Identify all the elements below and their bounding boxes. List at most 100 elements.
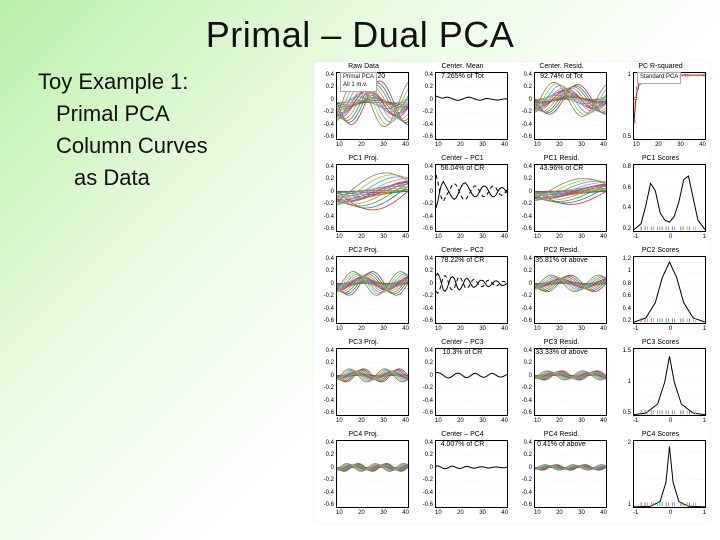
chart-row: PC3 Proj.0.40.20-0.2-0.4-0.610203040Cent…	[314, 338, 710, 430]
chart-plot	[435, 440, 508, 508]
y-tick-labels: 0.40.20-0.2-0.4-0.6	[415, 256, 433, 324]
y-tick-labels: 0.40.20-0.2-0.4-0.6	[316, 348, 334, 416]
chart-plot	[633, 440, 706, 508]
chart-plot	[435, 348, 508, 416]
x-tick-labels: -101	[633, 326, 706, 336]
body-line-4: as Data	[38, 162, 208, 194]
chart-plot	[534, 256, 607, 324]
x-tick-labels: 10203040	[435, 326, 508, 336]
chart-title: PC4 Proj.	[314, 431, 413, 438]
chart-title: PC1 Scores	[611, 155, 710, 162]
chart-plot	[435, 72, 508, 140]
chart-cell: PC2 Resid.35.81% of above0.40.20-0.2-0.4…	[512, 246, 611, 338]
chart-row: PC2 Proj.0.40.20-0.2-0.4-0.610203040Cent…	[314, 246, 710, 338]
chart-title: PC2 Scores	[611, 247, 710, 254]
chart-cell: PC3 Resid. 33.33% of above0.40.20-0.2-0.4…	[512, 338, 611, 430]
chart-row: PC4 Proj.0.40.20-0.2-0.4-0.610203040Cent…	[314, 430, 710, 522]
chart-plot	[534, 440, 607, 508]
y-tick-labels: 0.40.20-0.2-0.4-0.6	[415, 72, 433, 140]
chart-annotation: 7.265% of Tot	[441, 73, 484, 80]
chart-title: PC1 Resid.	[512, 155, 611, 162]
chart-plot	[336, 256, 409, 324]
chart-cell: PC R-squaredStandard PCA10.510203040	[611, 62, 710, 154]
chart-cell: PC1 Proj. 0.40.20-0.2-0.4-0.610203040	[314, 154, 413, 246]
x-tick-labels: 10203040	[336, 326, 409, 336]
chart-plot	[336, 164, 409, 232]
slide-body: Toy Example 1: Primal PCA Column Curves …	[38, 66, 208, 194]
chart-title: PC4 Resid.	[512, 431, 611, 438]
chart-title: Center – PC4	[413, 431, 512, 438]
x-tick-labels: 10203040	[336, 418, 409, 428]
chart-cell: PC4 Proj.0.40.20-0.2-0.4-0.610203040	[314, 430, 413, 522]
chart-plot	[435, 164, 508, 232]
chart-title: Center – PC3	[413, 339, 512, 346]
chart-cell: PC3 Proj. 0.40.20-0.2-0.4-0.610203040	[314, 338, 413, 430]
chart-legend: Primal PCAAll 1 m.v.	[340, 72, 377, 92]
slide: Primal – Dual PCA Toy Example 1: Primal …	[0, 0, 720, 540]
chart-title: Center – PC2	[413, 247, 512, 254]
chart-plot	[633, 256, 706, 324]
x-tick-labels: 10203040	[534, 418, 607, 428]
chart-title: PC R-squared	[611, 63, 710, 70]
chart-cell: PC2 Scores 1.210.80.60.40.2-101	[611, 246, 710, 338]
y-tick-labels: 0.40.20-0.2-0.4-0.6	[415, 440, 433, 508]
chart-row: Raw Datad = 40, n = 20Primal PCAAll 1 m.…	[314, 62, 710, 154]
chart-title: PC3 Proj.	[314, 339, 413, 346]
chart-annotation: 0.41% of above	[537, 441, 586, 448]
y-tick-labels: 0.40.20-0.2-0.4-0.6	[316, 164, 334, 232]
chart-title: PC2 Resid.	[512, 247, 611, 254]
x-tick-labels: 10203040	[534, 234, 607, 244]
body-line-3: Column Curves	[38, 130, 208, 162]
chart-annotation: 33.33% of above	[535, 349, 588, 356]
chart-annotation: 43.96% of CR	[540, 165, 584, 172]
chart-cell: PC4 Scores21-101	[611, 430, 710, 522]
chart-cell: Center – PC156.04% of CR0.40.20-0.2-0.4-…	[413, 154, 512, 246]
y-tick-labels: 0.40.20-0.2-0.4-0.6	[514, 348, 532, 416]
x-tick-labels: -101	[633, 234, 706, 244]
chart-cell: PC3 Scores1.510.5-101	[611, 338, 710, 430]
y-tick-labels: 0.40.20-0.2-0.4-0.6	[415, 348, 433, 416]
chart-plot	[633, 348, 706, 416]
chart-plot	[534, 72, 607, 140]
chart-plot	[534, 164, 607, 232]
chart-plot	[534, 348, 607, 416]
chart-cell: Center. Mean 7.265% of Tot 0.40.20-0.2-0.4…	[413, 62, 512, 154]
chart-cell: PC1 Resid.43.96% of CR0.40.20-0.2-0.4-0.…	[512, 154, 611, 246]
y-tick-labels: 1.210.80.60.40.2	[613, 256, 631, 324]
chart-cell: Center. Resid.92.74% of Tot0.40.20-0.2-0…	[512, 62, 611, 154]
chart-title: PC1 Proj.	[314, 155, 413, 162]
x-tick-labels: 10203040	[435, 510, 508, 520]
x-tick-labels: 10203040	[534, 142, 607, 152]
chart-annotation: 78.22% of CR	[441, 257, 485, 264]
chart-cell: Center – PC4 4.007% of CR 0.40.20-0.2-0.4-…	[413, 430, 512, 522]
chart-annotation: 92.74% of Tot	[540, 73, 583, 80]
chart-plot	[336, 440, 409, 508]
y-tick-labels: 0.80.60.40.2	[613, 164, 631, 232]
slide-title: Primal – Dual PCA	[0, 14, 720, 56]
x-tick-labels: 10203040	[435, 142, 508, 152]
x-tick-labels: 10203040	[336, 234, 409, 244]
y-tick-labels: 0.40.20-0.2-0.4-0.6	[514, 72, 532, 140]
chart-cell: PC4 Resid.0.41% of above0.40.20-0.2-0.4-…	[512, 430, 611, 522]
chart-plot	[633, 164, 706, 232]
chart-annotation: 10.3% of CR	[443, 349, 483, 356]
y-tick-labels: 0.40.20-0.2-0.4-0.6	[514, 256, 532, 324]
chart-title: Center. Mean	[413, 63, 512, 70]
chart-annotation: 4.007% of CR	[441, 441, 485, 448]
chart-cell: PC2 Proj. 0.40.20-0.2-0.4-0.610203040	[314, 246, 413, 338]
x-tick-labels: 10203040	[336, 510, 409, 520]
chart-title: PC3 Scores	[611, 339, 710, 346]
y-tick-labels: 0.40.20-0.2-0.4-0.6	[415, 164, 433, 232]
x-tick-labels: -101	[633, 418, 706, 428]
x-tick-labels: 10203040	[534, 510, 607, 520]
x-tick-labels: 10203040	[633, 142, 706, 152]
chart-title: PC2 Proj.	[314, 247, 413, 254]
chart-annotation: 56.04% of CR	[441, 165, 485, 172]
x-tick-labels: 10203040	[336, 142, 409, 152]
body-line-1: Toy Example 1:	[38, 66, 208, 98]
chart-plot	[435, 256, 508, 324]
chart-title: PC3 Resid.	[512, 339, 611, 346]
x-tick-labels: 10203040	[435, 418, 508, 428]
y-tick-labels: 0.40.20-0.2-0.4-0.6	[316, 256, 334, 324]
body-line-2: Primal PCA	[38, 98, 208, 130]
